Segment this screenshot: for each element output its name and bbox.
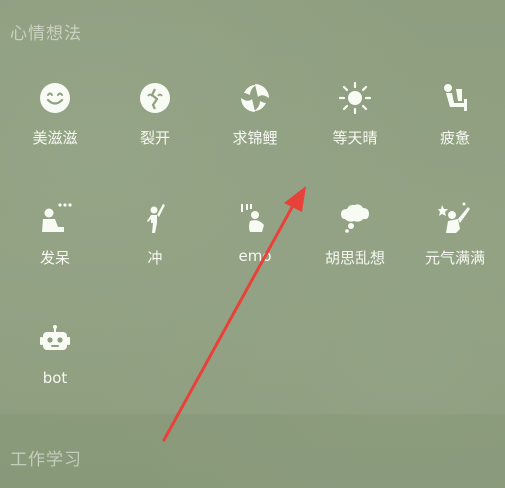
- status-label: 美滋滋: [32, 129, 78, 147]
- sun-icon: [335, 78, 375, 118]
- status-item-fadai[interactable]: 发呆: [5, 198, 105, 282]
- status-item-meizizi[interactable]: 美滋滋: [5, 78, 105, 162]
- status-label: 求锦鲤: [232, 129, 278, 147]
- koi-fish-icon: [235, 78, 275, 118]
- thought-bubble-icon: [335, 198, 375, 238]
- status-item-pibei[interactable]: 疲惫: [405, 78, 505, 162]
- status-item-dengtianqing[interactable]: 等天晴: [305, 78, 405, 162]
- status-item-liekai[interactable]: 裂开: [105, 78, 205, 162]
- section-title-mood: 心情想法: [10, 24, 82, 44]
- cracked-heart-icon: [135, 78, 175, 118]
- status-item-husiluanxiang[interactable]: 胡思乱想: [305, 198, 405, 282]
- cheering-person-icon: [135, 198, 175, 238]
- robot-icon: [35, 320, 75, 360]
- tired-person-icon: [435, 78, 475, 118]
- status-item-bot[interactable]: bot: [5, 320, 105, 404]
- status-item-qiujinli[interactable]: 求锦鲤: [205, 78, 305, 162]
- status-label: bot: [42, 369, 68, 387]
- section-title-work[interactable]: 工作学习: [10, 445, 82, 470]
- status-label: emo: [238, 247, 272, 265]
- status-label: 发呆: [39, 249, 70, 267]
- status-label: 元气满满: [424, 249, 485, 267]
- status-label: 疲惫: [439, 129, 470, 147]
- status-label: 冲: [147, 249, 163, 267]
- smile-face-icon: [35, 78, 75, 118]
- status-label: 裂开: [139, 129, 170, 147]
- status-label: 等天晴: [332, 129, 378, 147]
- sad-crouching-person-icon: [235, 198, 275, 238]
- status-item-emo[interactable]: emo: [205, 198, 305, 282]
- daydream-person-icon: [35, 198, 75, 238]
- status-label: 胡思乱想: [324, 249, 385, 267]
- status-item-chong[interactable]: 冲: [105, 198, 205, 282]
- energetic-person-icon: [435, 198, 475, 238]
- status-item-yuanqimanman[interactable]: 元气满满: [405, 198, 505, 282]
